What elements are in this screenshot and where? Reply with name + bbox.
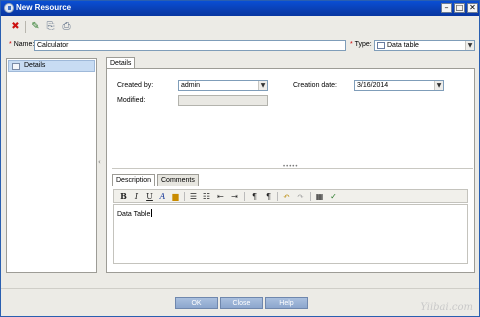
splitter-grip-icon[interactable]: ••••• (283, 164, 299, 170)
creation-date-label: Creation date: (293, 82, 337, 89)
modified-field (178, 95, 268, 106)
copy-resource-icon[interactable]: ⎘ (44, 20, 57, 33)
toolbar-separator (25, 21, 26, 33)
created-by-value: admin (181, 82, 201, 89)
editor-text: Data Table (117, 209, 153, 218)
indent-icon[interactable]: ⇥ (229, 191, 240, 202)
type-value: Data table (387, 42, 419, 49)
font-color-icon[interactable]: A (157, 191, 168, 202)
type-select[interactable]: Data table ▼ (374, 40, 475, 51)
undo-icon[interactable]: ↶ (281, 191, 292, 202)
spell-check-icon[interactable]: ✓ (328, 191, 339, 202)
ltr-icon[interactable]: ¶ (249, 191, 260, 202)
tab-description[interactable]: Description (112, 174, 156, 186)
chevron-down-icon[interactable]: ▼ (258, 81, 267, 90)
created-by-label: Created by: (117, 82, 154, 89)
underline-icon[interactable]: U (144, 191, 155, 202)
toolbar-separator (184, 192, 185, 201)
numbered-list-icon[interactable]: ☷ (201, 191, 212, 202)
chevron-down-icon[interactable]: ▼ (465, 41, 474, 50)
sidebar-item-details[interactable]: Details (8, 60, 95, 72)
main-panel: Details Created by: admin ▼ Creation dat… (104, 55, 476, 273)
bullet-list-icon[interactable]: ☰ (188, 191, 199, 202)
watermark: Yiibai.com (420, 302, 473, 313)
creation-date-picker[interactable]: 3/16/2014 ▼ (354, 80, 444, 91)
modified-label: Modified: (117, 97, 146, 104)
name-label: * Name: (9, 41, 34, 48)
chevron-down-icon[interactable]: ▼ (434, 81, 443, 90)
minimize-button[interactable]: – (441, 3, 452, 13)
delete-x-icon[interactable]: ✖ (9, 20, 22, 33)
details-icon (12, 63, 20, 70)
app-icon (4, 3, 14, 13)
paste-resource-icon[interactable]: ⎙ (60, 20, 73, 33)
toolbar-separator (310, 192, 311, 201)
creation-date-value: 3/16/2014 (357, 82, 389, 89)
data-table-icon (377, 42, 385, 49)
close-window-button[interactable]: ✕ (467, 3, 478, 13)
insert-table-icon[interactable]: ▦ (314, 191, 325, 202)
outdent-icon[interactable]: ⇤ (215, 191, 226, 202)
redo-icon[interactable]: ↷ (295, 191, 306, 202)
details-tab-content: Created by: admin ▼ Creation date: 3/16/… (106, 68, 475, 273)
highlight-icon[interactable]: ▆ (170, 191, 181, 202)
new-resource-dialog: New Resource – □ ✕ ✖ ✎ ⎘ ⎙ * Name: Calcu… (0, 0, 480, 317)
toolbar-separator (277, 192, 278, 201)
add-resource-icon[interactable]: ✎ (29, 20, 42, 33)
tab-comments[interactable]: Comments (157, 174, 199, 186)
maximize-button[interactable]: □ (454, 3, 465, 13)
type-label: * Type: (350, 41, 372, 48)
sidebar: Details (6, 58, 97, 273)
help-button[interactable]: Help (265, 297, 308, 309)
collapse-arrow-icon[interactable]: ‹ (98, 158, 101, 166)
window-title: New Resource (16, 3, 72, 12)
toolbar: ✖ ✎ ⎘ ⎙ (3, 19, 477, 35)
editor-toolbar: B I U A ▆ ☰ ☷ ⇤ ⇥ ¶ ¶ ↶ ↷ ▦ ✓ (113, 189, 468, 203)
created-by-select[interactable]: admin ▼ (178, 80, 268, 91)
italic-icon[interactable]: I (131, 191, 142, 202)
title-bar: New Resource – □ ✕ (1, 1, 479, 16)
toolbar-separator (244, 192, 245, 201)
close-button[interactable]: Close (220, 297, 263, 309)
description-editor[interactable]: Data Table (113, 204, 468, 264)
sidebar-item-label: Details (24, 62, 46, 69)
name-input[interactable]: Calculator (34, 40, 346, 51)
ok-button[interactable]: OK (175, 297, 218, 309)
rtl-icon[interactable]: ¶ (263, 191, 274, 202)
bold-icon[interactable]: B (118, 191, 129, 202)
